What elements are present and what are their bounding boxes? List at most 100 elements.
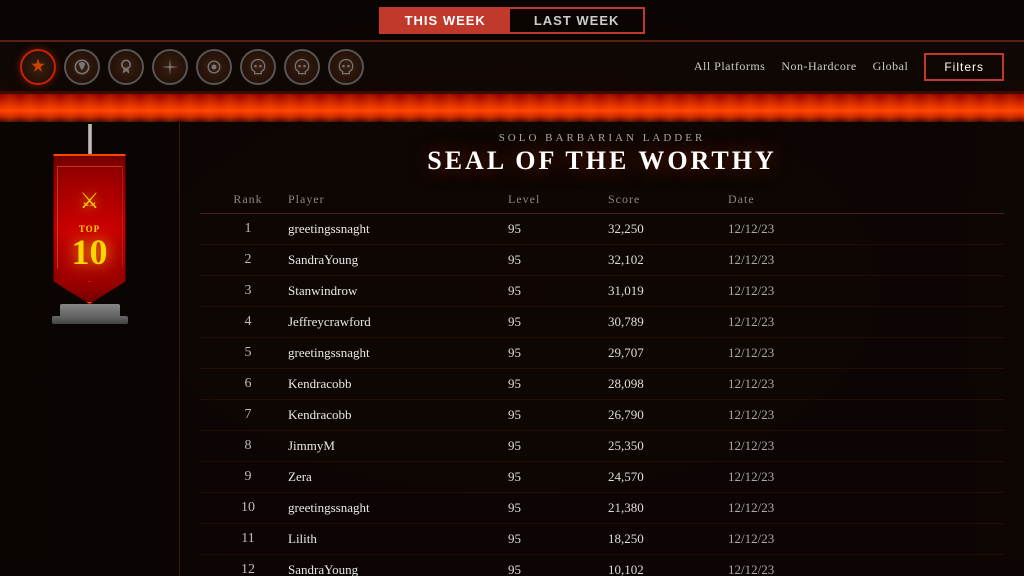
cell-date: 12/12/23: [728, 314, 828, 330]
cell-level: 95: [508, 531, 608, 547]
cell-player: Kendracobb: [288, 407, 508, 423]
table-row: 9 Zera 95 24,570 12/12/23: [200, 462, 1004, 493]
banner-emblem: ⚔: [80, 188, 100, 214]
cell-rank: 6: [208, 376, 288, 392]
last-week-tab[interactable]: LAST WEEK: [510, 9, 644, 32]
cell-player: greetingssnaght: [288, 221, 508, 237]
cell-level: 95: [508, 314, 608, 330]
cell-level: 95: [508, 407, 608, 423]
cell-score: 32,250: [608, 221, 728, 237]
table-row: 6 Kendracobb 95 28,098 12/12/23: [200, 369, 1004, 400]
table-row: 12 SandraYoung 95 10,102 12/12/23: [200, 555, 1004, 576]
mode-filter: Non-Hardcore: [781, 59, 856, 74]
ladder-subtitle: Solo Barbarian Ladder: [200, 132, 1004, 144]
skull2-icon: [292, 57, 312, 77]
rogue-icon: [160, 57, 180, 77]
cell-level: 95: [508, 283, 608, 299]
banner-number: 10: [72, 234, 108, 270]
cell-player: Kendracobb: [288, 376, 508, 392]
banner-image: ⚔ TOP 10: [40, 142, 140, 302]
banner-base: [60, 304, 120, 320]
col-rank: Rank: [208, 192, 288, 207]
week-tabs: THIS WEEK LAST WEEK: [379, 7, 646, 34]
cell-date: 12/12/23: [728, 531, 828, 547]
cell-score: 28,098: [608, 376, 728, 392]
cell-player: greetingssnaght: [288, 345, 508, 361]
cell-rank: 3: [208, 283, 288, 299]
table-row: 11 Lilith 95 18,250 12/12/23: [200, 524, 1004, 555]
class-icon-necromancer[interactable]: [108, 49, 144, 85]
skull1-icon: [248, 57, 268, 77]
cell-level: 95: [508, 438, 608, 454]
cell-player: SandraYoung: [288, 252, 508, 268]
druid-icon: [72, 57, 92, 77]
skull3-icon: [336, 57, 356, 77]
cell-player: Jeffreycrawford: [288, 314, 508, 330]
cell-rank: 7: [208, 407, 288, 423]
top-nav: THIS WEEK LAST WEEK: [0, 0, 1024, 42]
cell-level: 95: [508, 345, 608, 361]
cell-date: 12/12/23: [728, 345, 828, 361]
cell-score: 25,350: [608, 438, 728, 454]
table-row: 2 SandraYoung 95 32,102 12/12/23: [200, 245, 1004, 276]
cell-score: 32,102: [608, 252, 728, 268]
table-body: 1 greetingssnaght 95 32,250 12/12/23 2 S…: [200, 214, 1004, 576]
table-row: 10 greetingssnaght 95 21,380 12/12/23: [200, 493, 1004, 524]
cell-score: 30,789: [608, 314, 728, 330]
class-icon-sorcerer[interactable]: [196, 49, 232, 85]
class-icon-skull1[interactable]: [240, 49, 276, 85]
class-icon-druid[interactable]: [64, 49, 100, 85]
filters-button[interactable]: Filters: [924, 53, 1004, 81]
banner-pole: [88, 124, 92, 154]
main-container: THIS WEEK LAST WEEK: [0, 0, 1024, 576]
table-row: 4 Jeffreycrawford 95 30,789 12/12/23: [200, 307, 1004, 338]
cell-player: Stanwindrow: [288, 283, 508, 299]
col-date: Date: [728, 192, 828, 207]
table-area: Solo Barbarian Ladder SEAL OF THE WORTHY…: [180, 122, 1024, 576]
cell-rank: 2: [208, 252, 288, 268]
col-score: Score: [608, 192, 728, 207]
table-row: 3 Stanwindrow 95 31,019 12/12/23: [200, 276, 1004, 307]
cell-date: 12/12/23: [728, 438, 828, 454]
class-icon-skull3[interactable]: [328, 49, 364, 85]
cell-date: 12/12/23: [728, 469, 828, 485]
table-row: 7 Kendracobb 95 26,790 12/12/23: [200, 400, 1004, 431]
cell-score: 21,380: [608, 500, 728, 516]
class-bar: All Platforms Non-Hardcore Global Filter…: [0, 42, 1024, 94]
cell-level: 95: [508, 376, 608, 392]
cell-level: 95: [508, 500, 608, 516]
sorcerer-icon: [204, 57, 224, 77]
left-banner: ⚔ TOP 10: [0, 122, 180, 576]
table-row: 5 greetingssnaght 95 29,707 12/12/23: [200, 338, 1004, 369]
platforms-filter: All Platforms: [694, 59, 766, 74]
cell-rank: 9: [208, 469, 288, 485]
cell-rank: 11: [208, 531, 288, 547]
cell-level: 95: [508, 562, 608, 576]
cell-player: greetingssnaght: [288, 500, 508, 516]
cell-rank: 12: [208, 562, 288, 576]
banner-top-text: TOP: [79, 224, 100, 234]
scope-filter: Global: [873, 59, 909, 74]
cell-rank: 5: [208, 345, 288, 361]
cell-score: 24,570: [608, 469, 728, 485]
cell-date: 12/12/23: [728, 221, 828, 237]
cell-player: SandraYoung: [288, 562, 508, 576]
class-icon-skull2[interactable]: [284, 49, 320, 85]
table-header: Rank Player Level Score Date: [200, 186, 1004, 214]
this-week-tab[interactable]: THIS WEEK: [381, 9, 510, 32]
class-icon-rogue[interactable]: [152, 49, 188, 85]
col-level: Level: [508, 192, 608, 207]
table-row: 1 greetingssnaght 95 32,250 12/12/23: [200, 214, 1004, 245]
cell-rank: 8: [208, 438, 288, 454]
cell-level: 95: [508, 221, 608, 237]
cell-date: 12/12/23: [728, 283, 828, 299]
cell-date: 12/12/23: [728, 562, 828, 576]
table-row: 8 JimmyM 95 25,350 12/12/23: [200, 431, 1004, 462]
cell-score: 18,250: [608, 531, 728, 547]
cell-date: 12/12/23: [728, 376, 828, 392]
cell-player: JimmyM: [288, 438, 508, 454]
cell-score: 31,019: [608, 283, 728, 299]
necromancer-icon: [116, 57, 136, 77]
filter-area: All Platforms Non-Hardcore Global Filter…: [694, 53, 1004, 81]
class-icon-barbarian[interactable]: [20, 49, 56, 85]
